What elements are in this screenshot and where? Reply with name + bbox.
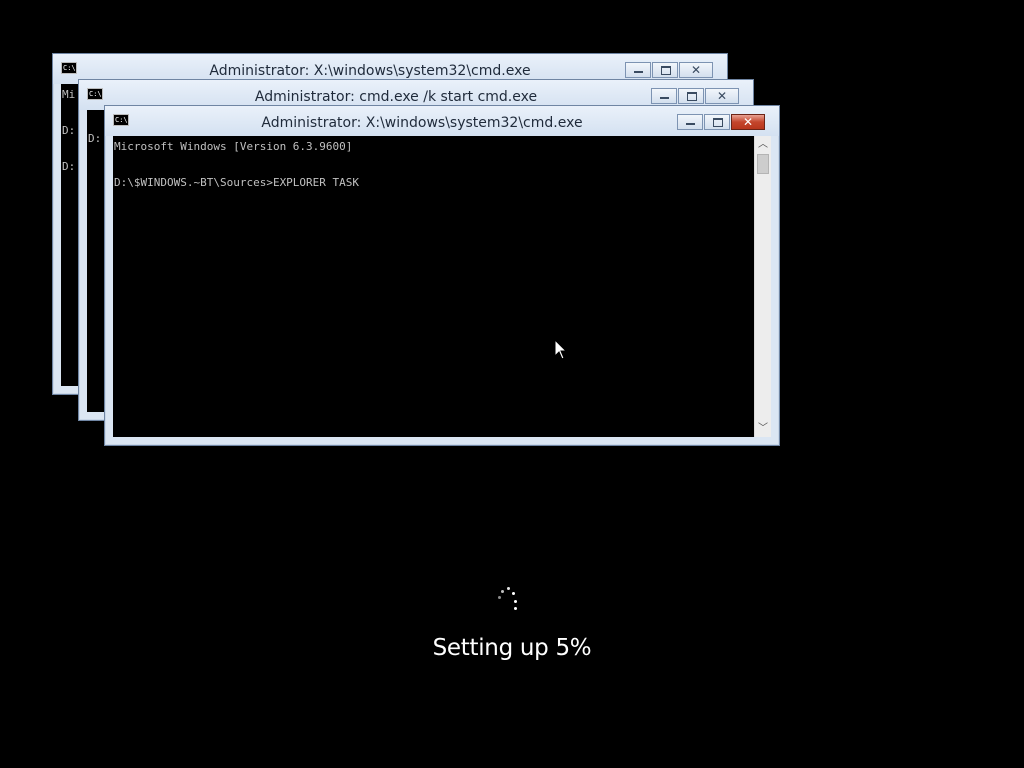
console-line: Microsoft Windows [Version 6.3.9600] bbox=[114, 140, 353, 153]
minimize-button[interactable] bbox=[677, 114, 703, 130]
setup-screen: C:\ Administrator: X:\windows\system32\c… bbox=[0, 0, 1024, 768]
maximize-button[interactable] bbox=[678, 88, 704, 104]
mouse-pointer-icon bbox=[554, 339, 567, 360]
close-button[interactable]: ✕ bbox=[705, 88, 739, 104]
console-output: D: bbox=[88, 112, 101, 148]
console-area[interactable]: Microsoft Windows [Version 6.3.9600] D:\… bbox=[113, 136, 771, 437]
console-line: D: bbox=[62, 124, 76, 137]
setup-status-text: Setting up 5% bbox=[432, 635, 592, 661]
window-titlebar[interactable]: C:\ Administrator: X:\windows\system32\c… bbox=[105, 106, 779, 136]
maximize-button[interactable] bbox=[704, 114, 730, 130]
console-output: Microsoft Windows [Version 6.3.9600] D:\… bbox=[114, 138, 359, 192]
vertical-scrollbar[interactable]: ︿ ﹀ bbox=[754, 136, 771, 437]
console-output: Mi D: D: bbox=[62, 86, 75, 176]
minimize-button[interactable] bbox=[625, 62, 651, 78]
window-controls: ✕ bbox=[676, 114, 765, 132]
close-button[interactable]: ✕ bbox=[731, 114, 765, 130]
scroll-thumb[interactable] bbox=[757, 154, 769, 174]
window-controls: ✕ bbox=[650, 88, 739, 106]
console-line: D: bbox=[88, 132, 102, 145]
console-line: Mi bbox=[62, 88, 76, 101]
minimize-button[interactable] bbox=[651, 88, 677, 104]
window-controls: ✕ bbox=[624, 62, 713, 80]
console-line: D: bbox=[62, 160, 76, 173]
cmd-window-front[interactable]: C:\ Administrator: X:\windows\system32\c… bbox=[104, 105, 780, 446]
maximize-button[interactable] bbox=[652, 62, 678, 78]
scroll-down-arrow-icon[interactable]: ﹀ bbox=[755, 420, 771, 437]
scroll-up-arrow-icon[interactable]: ︿ bbox=[755, 136, 771, 153]
console-line: D:\$WINDOWS.~BT\Sources>EXPLORER TASK bbox=[114, 176, 360, 189]
loading-spinner-icon bbox=[492, 584, 524, 616]
close-button[interactable]: ✕ bbox=[679, 62, 713, 78]
